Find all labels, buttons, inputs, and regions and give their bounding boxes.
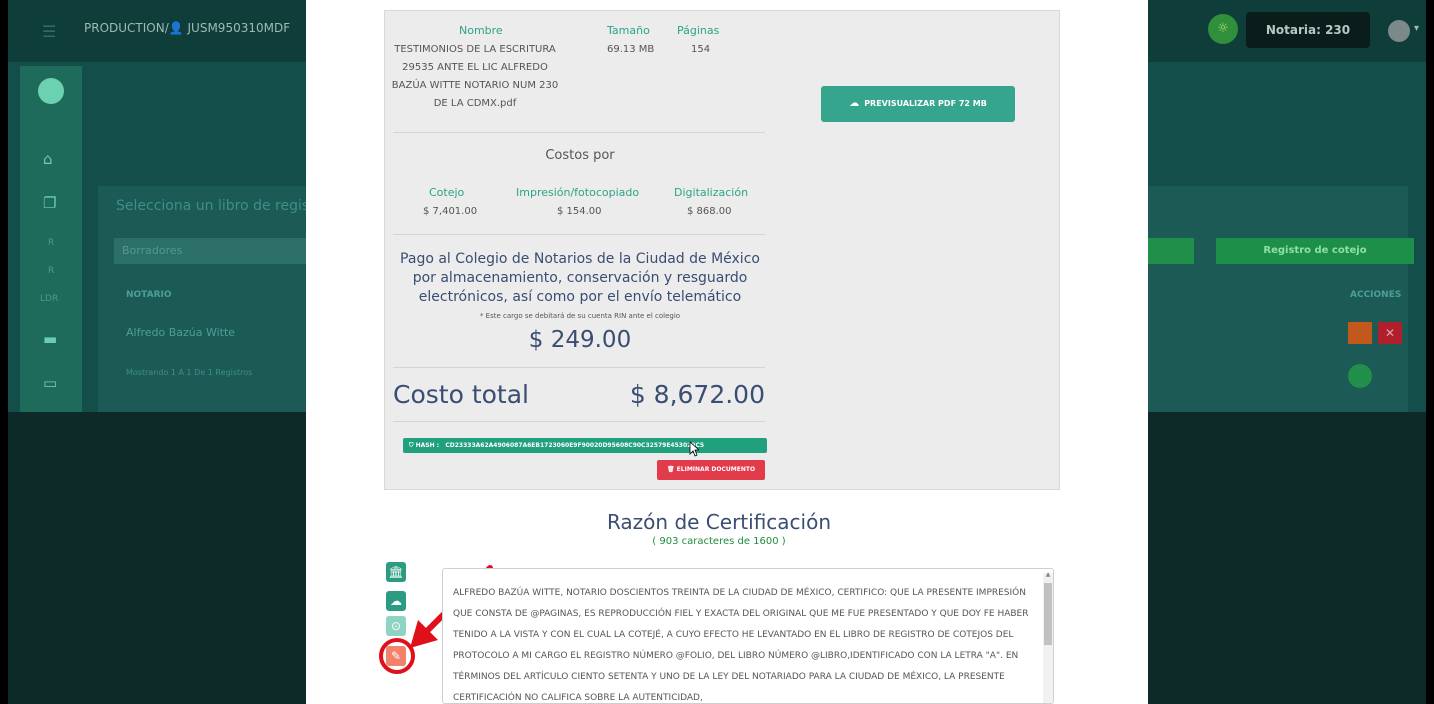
divider <box>393 421 765 422</box>
header-nombre: Nombre <box>459 24 503 37</box>
archive-icon[interactable]: ▬ <box>43 330 57 348</box>
scroll-thumb[interactable] <box>1044 583 1052 645</box>
mouse-cursor-icon <box>689 441 699 457</box>
avatar[interactable] <box>1388 20 1410 42</box>
sidebar-label-r2[interactable]: R <box>48 266 54 276</box>
background-lower-right <box>1148 412 1434 704</box>
header-paginas: Páginas <box>677 24 720 37</box>
cost-header-cotejo: Cotejo <box>429 186 465 199</box>
status-icon[interactable]: ☼ <box>1208 14 1238 44</box>
pago-note: * Este cargo se debitará de su cuenta RI… <box>479 312 681 320</box>
costs-title: Costos por <box>545 148 615 163</box>
razon-title: Razón de Certificación <box>606 510 832 534</box>
character-count: ( 903 caracteres de 1600 ) <box>652 536 786 547</box>
cost-header-impresion: Impresión/fotocopiado <box>516 186 640 199</box>
trash-icon: 🗑 <box>666 466 677 473</box>
sidebar-label-ldr[interactable]: LDR <box>40 294 58 304</box>
razon-text: ALFREDO BAZÚA WITTE, NOTARIO DOSCIENTOS … <box>453 588 1029 703</box>
table-footer-info: Mostrando 1 A 1 De 1 Registros <box>126 368 253 377</box>
cost-value-digitalizacion: $ 868.00 <box>687 206 732 217</box>
chevron-down-icon[interactable]: ▾ <box>1414 23 1419 34</box>
divider <box>393 367 765 368</box>
preview-pdf-button[interactable]: ☁ PREVISUALIZAR PDF 72 MB <box>821 86 1015 122</box>
menu-icon[interactable]: ☰ <box>42 22 60 41</box>
cotejo-modal: Nombre Tamaño Páginas TESTIMONIOS DE LA … <box>306 0 1148 704</box>
logo <box>38 78 64 104</box>
hash-badge: ⛉ HASH : CD23333A62A4906087A6EB1723060E9… <box>403 438 767 453</box>
header-tamano: Tamaño <box>607 24 650 37</box>
register-cotejo-button[interactable]: Registro de cotejo <box>1216 238 1414 264</box>
delete-document-label: ELIMINAR DOCUMENTO <box>676 466 756 473</box>
pago-amount: $ 249.00 <box>528 327 632 353</box>
documents-icon[interactable]: ❐ <box>43 194 56 212</box>
table-row-name: Alfredo Bazúa Witte <box>126 326 236 339</box>
card-icon[interactable]: ▭ <box>43 374 57 392</box>
bank-icon[interactable]: 🏛 <box>386 562 406 582</box>
cost-header-digitalizacion: Digitalización <box>674 186 749 199</box>
home-icon[interactable]: ⌂ <box>43 150 53 168</box>
row-action-circle[interactable] <box>1348 364 1372 388</box>
cost-value-impresion: $ 154.00 <box>557 206 602 217</box>
cloud-download-icon[interactable]: ☁ <box>386 591 406 611</box>
divider <box>393 132 765 133</box>
breadcrumb: PRODUCTION/👤 JUSM950310MDF <box>84 21 291 35</box>
row-delete-button[interactable]: ✕ <box>1378 322 1402 344</box>
cloud-upload-icon: ☁ <box>849 98 860 109</box>
hash-value: CD23333A62A4906087A6EB1723060E9F90020D95… <box>445 442 705 449</box>
pago-colegio-text: Pago al Colegio de Notarios de la Ciudad… <box>400 251 760 305</box>
document-card: Nombre Tamaño Páginas TESTIMONIOS DE LA … <box>384 10 1060 490</box>
total-label: Costo total <box>393 380 529 409</box>
file-size: 69.13 MB <box>607 44 655 55</box>
scroll-up-icon[interactable]: ▲ <box>1044 571 1052 579</box>
cost-value-cotejo: $ 7,401.00 <box>423 206 478 217</box>
frame-edge-right <box>1426 0 1434 704</box>
hash-label: HASH : <box>415 442 440 449</box>
preview-pdf-label: PREVISUALIZAR PDF 72 MB <box>864 99 987 108</box>
column-header-acciones: ACCIONES <box>1350 290 1402 300</box>
total-amount: $ 8,672.00 <box>629 380 765 409</box>
divider <box>393 234 765 235</box>
background-lower-left <box>0 412 306 704</box>
frame-edge-left <box>0 0 8 704</box>
shield-icon: ⛉ <box>409 442 416 449</box>
column-header-notario: NOTARIO <box>126 290 172 300</box>
notaria-label[interactable]: Notaria: 230 <box>1246 12 1370 48</box>
select-book-label: Selecciona un libro de regist <box>116 198 315 214</box>
disabled-action-icon[interactable]: ⊙ <box>386 616 406 636</box>
delete-document-button[interactable]: 🗑 ELIMINAR DOCUMENTO <box>657 460 765 480</box>
book-select[interactable]: Borradores <box>114 238 314 264</box>
filter-button[interactable] <box>1146 238 1194 264</box>
page-count: 154 <box>691 44 711 55</box>
row-edit-button[interactable] <box>1348 322 1372 344</box>
razon-textarea[interactable]: ALFREDO BAZÚA WITTE, NOTARIO DOSCIENTOS … <box>442 568 1054 704</box>
sidebar-label-r1[interactable]: R <box>48 238 54 248</box>
file-name: TESTIMONIOS DE LA ESCRITURA 29535 ANTE E… <box>391 44 559 109</box>
